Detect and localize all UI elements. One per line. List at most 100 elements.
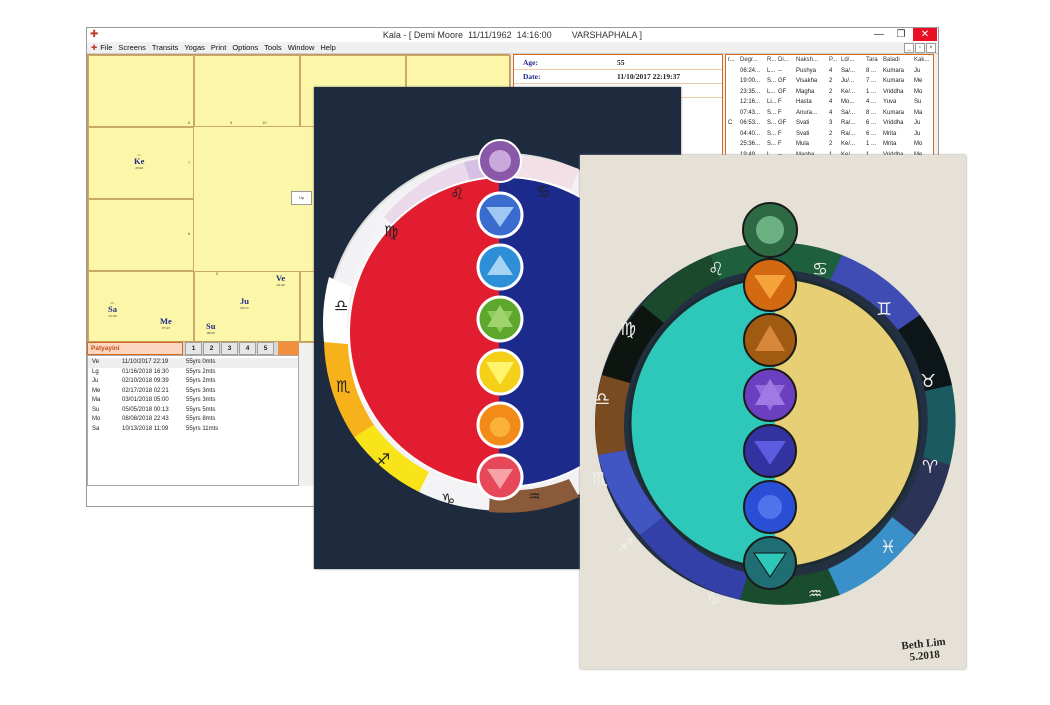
house-number: 6 xyxy=(188,231,191,236)
table-cell: 06:53... xyxy=(740,120,761,126)
chart-house[interactable] xyxy=(88,55,194,127)
planet-degree: 04:40 xyxy=(276,283,285,287)
mdi-close-icon[interactable]: × xyxy=(926,43,936,53)
dasa-row[interactable]: Ma 03/01/2018 05:00 55yrs 3mts xyxy=(88,396,298,406)
dasa-cell: 55yrs 8mts xyxy=(186,416,216,422)
table-cell: 8 ... xyxy=(866,109,877,116)
table-row[interactable]: C 06:53... S... GF Svati 3 Ra/... 6 ... Vriddha J… xyxy=(726,118,933,129)
col-header[interactable]: Ld/... xyxy=(841,57,854,63)
col-header[interactable]: R... xyxy=(767,57,776,63)
dasa-cell: Ve xyxy=(92,359,100,365)
planet-jupiter[interactable]: Ju 06:53 xyxy=(240,297,249,311)
close-button[interactable]: ✕ xyxy=(913,28,937,41)
table-row[interactable]: 23:35... L... GF Magha 2 Ke/... 1 ... Vriddha Mo xyxy=(726,87,933,98)
col-header[interactable]: Naksh... xyxy=(796,57,818,63)
dasa-row[interactable]: Sa 10/13/2018 11:09 55yrs 11mts xyxy=(88,425,298,435)
dasa-row[interactable]: Lg 01/16/2018 16:30 55yrs 2mts xyxy=(88,368,298,378)
menu-options[interactable]: Options xyxy=(232,42,258,53)
leo-glyph: ♌ xyxy=(450,184,464,203)
col-header[interactable]: Baladi xyxy=(883,57,900,63)
table-cell: Ju xyxy=(914,67,921,74)
table-cell: 12:16... xyxy=(740,99,761,105)
chart-house[interactable] xyxy=(88,199,194,271)
dasa-level-tab-5[interactable]: 5 xyxy=(257,342,274,355)
dasa-cell: 02/10/2018 09:39 xyxy=(122,378,169,384)
mdi-minimize-icon[interactable]: _ xyxy=(904,43,914,53)
title-bar[interactable]: ✚ Kala - [ Demi Moore 11/11/1962 14:16:0… xyxy=(87,28,938,42)
taurus-glyph: ♉ xyxy=(920,371,936,392)
menu-yogas[interactable]: Yogas xyxy=(184,42,205,53)
chart-house[interactable] xyxy=(194,55,300,127)
dasa-row[interactable]: Su 05/05/2018 00:13 55yrs 5mts xyxy=(88,406,298,416)
table-cell: 23:35... xyxy=(740,88,761,95)
table-cell: Mo... xyxy=(841,99,855,105)
planet-venus[interactable]: Ve 04:40 xyxy=(276,273,286,288)
dasa-cell: 01/16/2018 16:30 xyxy=(122,368,169,375)
table-cell: 19:00... xyxy=(740,78,761,84)
table-cell: Su xyxy=(914,99,922,105)
menu-transits[interactable]: Transits xyxy=(152,42,178,53)
table-cell: GF xyxy=(778,78,787,84)
planet-table[interactable]: r... Degr... R... Di... Naksh... P... Ld/... Ta… xyxy=(725,54,934,158)
col-header[interactable]: Tara xyxy=(866,57,878,63)
dasa-level-tab-2[interactable]: 2 xyxy=(203,342,220,355)
table-cell: 07:43... xyxy=(740,109,761,116)
dasa-level-tab-1[interactable]: 1 xyxy=(185,342,202,355)
table-cell: 2 xyxy=(829,141,833,147)
table-cell: Me xyxy=(914,78,923,84)
dasa-row[interactable]: Mo 08/08/2018 22:43 55yrs 8mts xyxy=(88,415,298,425)
dasa-cell: Me xyxy=(92,387,101,394)
col-header[interactable]: Degr... xyxy=(740,57,758,63)
table-cell: Mo xyxy=(914,141,923,147)
document-icon[interactable]: ✚ xyxy=(91,43,97,52)
window-title: Kala - [ Demi Moore 11/11/1962 14:16:00 … xyxy=(382,30,643,40)
table-row[interactable]: 25:36... S... F Mula 2 Ke/... 1 ... Mrita Mo xyxy=(726,139,933,150)
dasa-level-tab-3[interactable]: 3 xyxy=(221,342,238,355)
planet-degree: 29:49 xyxy=(135,166,144,170)
chart-house[interactable] xyxy=(88,271,194,343)
menu-print[interactable]: Print xyxy=(211,42,226,53)
table-cell: -- xyxy=(778,67,782,74)
virgo-glyph: ♍ xyxy=(620,319,636,340)
table-cell: Sa/... xyxy=(841,67,856,74)
table-cell: F xyxy=(778,130,782,137)
table-row[interactable]: 12:16... Li... F Hasta 4 Mo... 4 ... Yuva Su xyxy=(726,97,933,108)
planet-sun[interactable]: Su 09:00 xyxy=(206,322,215,336)
mdi-restore-icon[interactable]: ▫ xyxy=(915,43,925,53)
planet-ketu[interactable]: Sa Ke 29:49 xyxy=(134,153,144,170)
table-cell: 4 ... xyxy=(866,99,877,105)
planet-mercury[interactable]: Me 07:43 xyxy=(160,317,172,331)
col-header[interactable]: Kak... xyxy=(914,57,929,63)
planet-saturn[interactable]: Mc Sa 25:26 xyxy=(108,301,117,318)
table-row[interactable]: 19:00... S... GF Visakha 2 Ju/... 7 ... Kumara M… xyxy=(726,76,933,87)
table-cell: Ra/... xyxy=(841,130,856,137)
aquarius-glyph: ♒ xyxy=(528,489,541,505)
dasa-row[interactable]: Ju 02/10/2018 09:39 55yrs 2mts xyxy=(88,377,298,387)
table-cell: Anura... xyxy=(796,109,818,116)
cancer-glyph: ♋ xyxy=(536,182,550,201)
menu-help[interactable]: Help xyxy=(320,42,335,53)
menu-tools[interactable]: Tools xyxy=(264,42,282,53)
col-header[interactable]: Di... xyxy=(778,57,789,63)
menu-file[interactable]: File xyxy=(100,42,112,53)
dasa-level-tab-4[interactable]: 4 xyxy=(239,342,256,355)
table-cell: Li... xyxy=(767,99,777,105)
dasa-list[interactable]: Ve 11/10/2017 22:19 55yrs 0mts Lg 01/16/2018… xyxy=(87,355,299,486)
col-header[interactable]: r... xyxy=(728,57,735,63)
dasa-row[interactable]: Me 02/17/2018 02:21 55yrs 3mts xyxy=(88,387,298,397)
table-cell: 6 ... xyxy=(866,130,877,137)
table-row[interactable]: 06:24... L... -- Pushya 4 Sa/... 8 ... Kumara Ju xyxy=(726,66,933,77)
table-row[interactable]: 04:40... S... F Svati 2 Ra/... 6 ... Mrita Ju xyxy=(726,129,933,140)
info-key: Age: xyxy=(523,58,538,67)
table-cell: Yuva xyxy=(883,99,897,105)
dasa-row[interactable]: Ve 11/10/2017 22:19 55yrs 0mts xyxy=(88,358,298,368)
minimize-button[interactable]: — xyxy=(868,28,890,41)
menu-screens[interactable]: Screens xyxy=(118,42,146,53)
house-number: 8 xyxy=(188,120,191,125)
planet-abbr: Ve xyxy=(276,273,286,283)
menu-window[interactable]: Window xyxy=(288,42,315,53)
chart-up-button[interactable]: Up xyxy=(291,191,312,205)
table-row[interactable]: 07:43... S... F Anura... 4 Sa/... 8 ... Kumara M… xyxy=(726,108,933,119)
maximize-button[interactable]: ❐ xyxy=(890,28,912,41)
col-header[interactable]: P... xyxy=(829,57,837,63)
